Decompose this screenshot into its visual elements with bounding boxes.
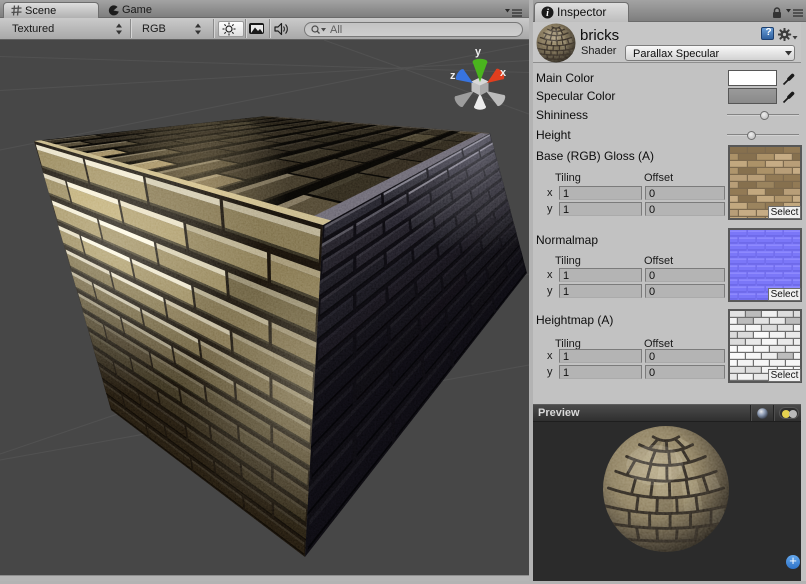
- svg-text:y: y: [475, 46, 482, 58]
- svg-text:z: z: [450, 70, 456, 82]
- svg-text:i: i: [546, 8, 549, 19]
- svg-text:x: x: [500, 67, 507, 79]
